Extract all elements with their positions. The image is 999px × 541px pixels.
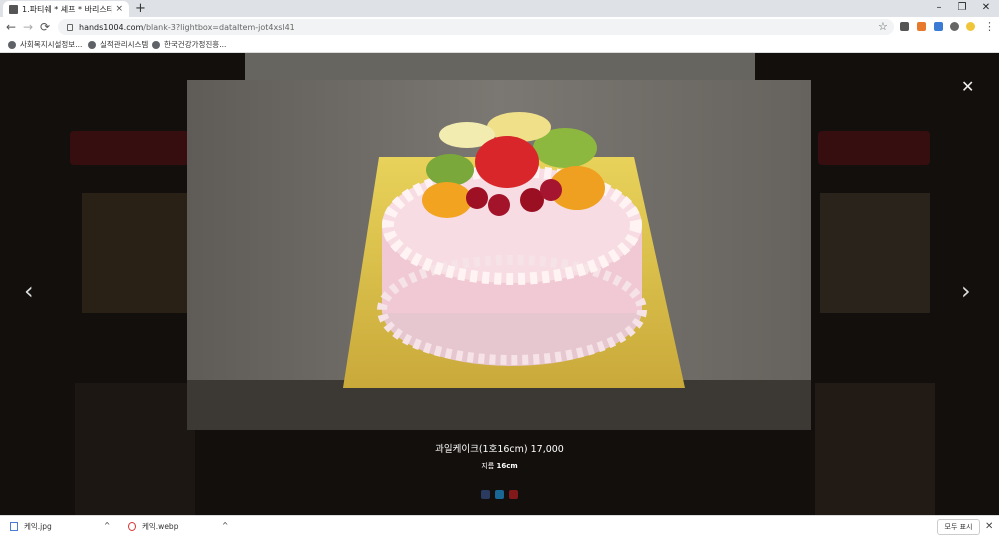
bookmark-label: 실적관리시스템 xyxy=(100,40,149,49)
avatar[interactable] xyxy=(966,22,975,31)
show-all-button[interactable]: 모두 표시 xyxy=(937,519,980,535)
bookmark-label: 사회복지시설정보... xyxy=(20,40,83,49)
forward-button[interactable]: → xyxy=(21,19,35,35)
minimize-button[interactable]: – xyxy=(932,2,946,13)
new-tab-button[interactable]: + xyxy=(135,1,146,16)
globe-icon xyxy=(88,40,96,49)
globe-icon xyxy=(152,40,160,49)
address-bar[interactable]: hands1004.com/blank-3?lightbox=dataItem-… xyxy=(58,19,894,35)
lightbox-image xyxy=(187,80,811,430)
pinterest-icon[interactable] xyxy=(509,490,518,499)
extension-icon[interactable] xyxy=(900,22,909,31)
description-label: 지름 xyxy=(481,462,495,470)
chrome-icon xyxy=(128,522,136,531)
tab-strip xyxy=(0,0,999,17)
url-host: hands1004.com xyxy=(79,22,144,32)
tab-active[interactable]: 1.파티쉐 * 셰프 * 바리스타 | ha × xyxy=(3,1,129,17)
bookmark-item[interactable]: 실적관리시스템 xyxy=(88,39,148,50)
bookmark-star-icon[interactable]: ☆ xyxy=(878,20,888,33)
lightbox-caption: 과일케이크(1호16cm) 17,000 xyxy=(435,444,564,455)
download-item[interactable]: 케익.webp xyxy=(128,521,178,532)
site-favicon-icon xyxy=(9,4,18,14)
extension-icon[interactable] xyxy=(917,22,926,31)
description-value: 16cm xyxy=(496,462,518,470)
globe-icon xyxy=(8,40,16,49)
download-chevron-up-icon[interactable]: ^ xyxy=(104,521,110,530)
bookmark-item[interactable]: 사회복지시설정보... xyxy=(8,39,82,50)
cake-photo xyxy=(187,80,811,430)
reload-button[interactable]: ⟳ xyxy=(38,19,52,35)
facebook-icon[interactable] xyxy=(481,490,490,499)
maximize-button[interactable]: ❐ xyxy=(955,2,969,13)
lightbox-description: 지름 16cm xyxy=(0,461,999,471)
extension-icon[interactable] xyxy=(934,22,943,31)
back-button[interactable]: ← xyxy=(4,19,18,35)
download-item[interactable]: 케익.jpg xyxy=(10,521,52,532)
download-shelf-close-icon[interactable]: ✕ xyxy=(985,521,993,532)
download-filename: 케익.jpg xyxy=(24,522,52,531)
tab-close-icon[interactable]: × xyxy=(115,4,123,14)
menu-kebab-icon[interactable]: ⋮ xyxy=(984,20,995,33)
tab-title: 1.파티쉐 * 셰프 * 바리스타 | ha xyxy=(22,4,113,14)
puzzle-icon[interactable] xyxy=(950,22,959,31)
lightbox-prev-icon[interactable]: ‹ xyxy=(24,279,34,303)
bookmark-label: 한국건강가정진흥... xyxy=(164,40,227,49)
page-content: ✕ ‹ › 과일케이크(1호16cm) 17,000 지름 16cm xyxy=(0,53,999,515)
bookmark-item[interactable]: 한국건강가정진흥... xyxy=(152,39,226,50)
window-close-button[interactable]: ✕ xyxy=(979,2,993,13)
download-chevron-up-icon[interactable]: ^ xyxy=(222,521,228,530)
lock-icon xyxy=(67,23,73,31)
url-path: /blank-3?lightbox=dataItem-jot4xsl41 xyxy=(143,22,295,32)
bookmarks-bar xyxy=(0,37,999,53)
file-icon xyxy=(10,522,18,531)
download-filename: 케익.webp xyxy=(142,522,179,531)
twitter-icon[interactable] xyxy=(495,490,504,499)
lightbox-next-icon[interactable]: › xyxy=(961,279,971,303)
lightbox-close-icon[interactable]: ✕ xyxy=(961,77,974,96)
